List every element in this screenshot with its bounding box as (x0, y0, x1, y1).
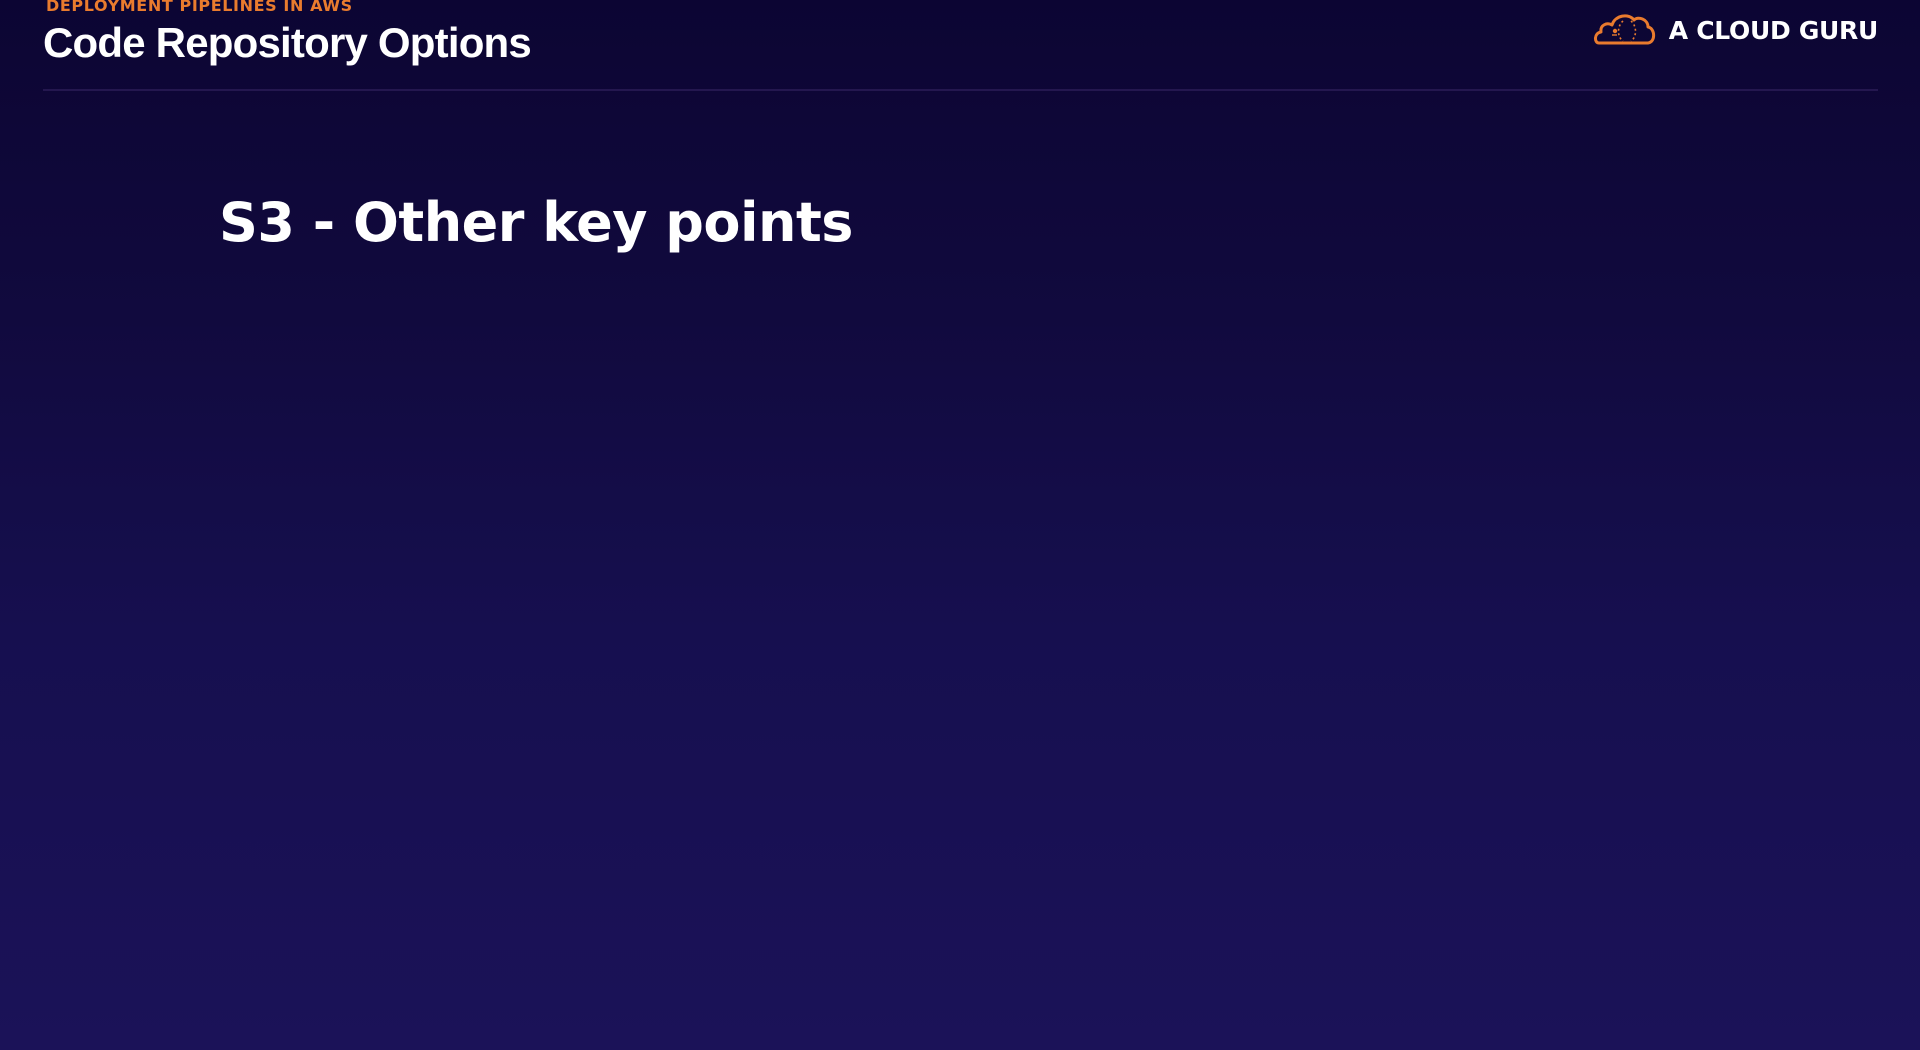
brand-logo: A CLOUD GURU (1593, 8, 1878, 52)
header-divider (43, 89, 1878, 91)
brand-name: A CLOUD GURU (1668, 15, 1879, 45)
slide-heading: S3 - Other key points (219, 191, 853, 254)
deck-title: Code Repository Options (43, 19, 532, 66)
cloud-guru-logo-icon (1593, 14, 1655, 45)
presentation-slide: DEPLOYMENT PIPELINES IN AWS Code Reposit… (0, 0, 1920, 1050)
course-eyebrow: DEPLOYMENT PIPELINES IN AWS (46, 0, 353, 15)
